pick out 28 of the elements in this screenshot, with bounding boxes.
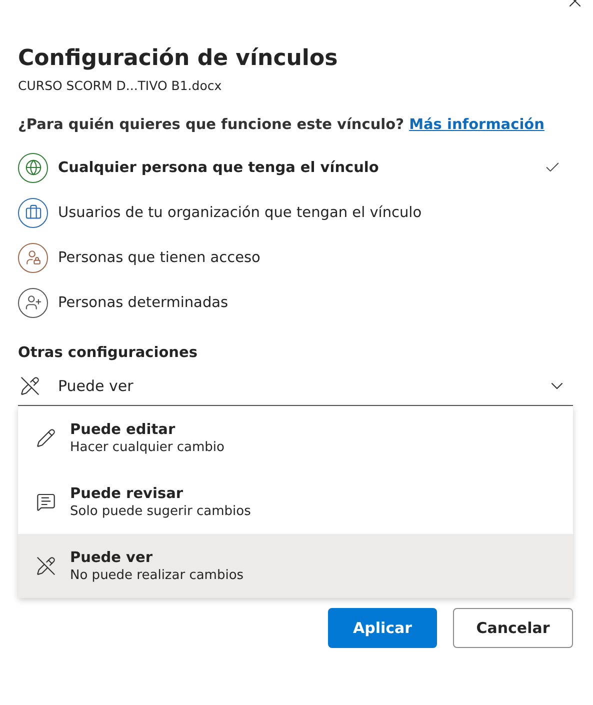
- item-description: No puede realizar cambios: [70, 568, 244, 582]
- item-description: Hacer cualquier cambio: [70, 440, 225, 454]
- menu-item[interactable]: Puede editar Hacer cualquier cambio: [18, 406, 573, 470]
- file-name: CURSO SCORM D...TIVO B1.docx: [18, 78, 223, 93]
- pencil-off-icon: [20, 376, 40, 396]
- audience-option[interactable]: Personas determinadas: [18, 280, 573, 325]
- comment-icon: [36, 492, 56, 512]
- cancel-button[interactable]: Cancelar: [453, 608, 573, 648]
- briefcase-icon: [24, 204, 42, 221]
- pencil-off-icon: [36, 556, 56, 576]
- item-title: Puede editar: [70, 422, 176, 438]
- apply-button[interactable]: Aplicar: [328, 608, 437, 648]
- item-title: Puede ver: [70, 550, 154, 566]
- menu-item[interactable]: Puede revisar Solo puede sugerir cambios: [18, 470, 573, 534]
- item-description: Solo puede sugerir cambios: [70, 504, 251, 518]
- person-add-icon: [24, 294, 42, 311]
- question-text: ¿Para quién quieres que funcione este vínculo?: [18, 117, 404, 133]
- more-info-link[interactable]: Más información: [409, 117, 544, 133]
- dialog-title: Configuración de vínculos: [18, 45, 339, 73]
- person-lock-icon: [24, 249, 42, 266]
- audience-option[interactable]: Cualquier persona que tenga el vínculo: [18, 145, 573, 190]
- menu-item[interactable]: Puede ver No puede realizar cambios: [18, 534, 573, 598]
- pencil-icon: [36, 428, 56, 448]
- item-title: Puede revisar: [70, 486, 184, 502]
- globe-icon: [24, 159, 42, 176]
- audience-option[interactable]: Personas que tienen acceso: [18, 235, 573, 280]
- section-heading: Otras configuraciones: [18, 345, 198, 361]
- audience-option[interactable]: Usuarios de tu organización que tengan el vínculo: [18, 190, 573, 235]
